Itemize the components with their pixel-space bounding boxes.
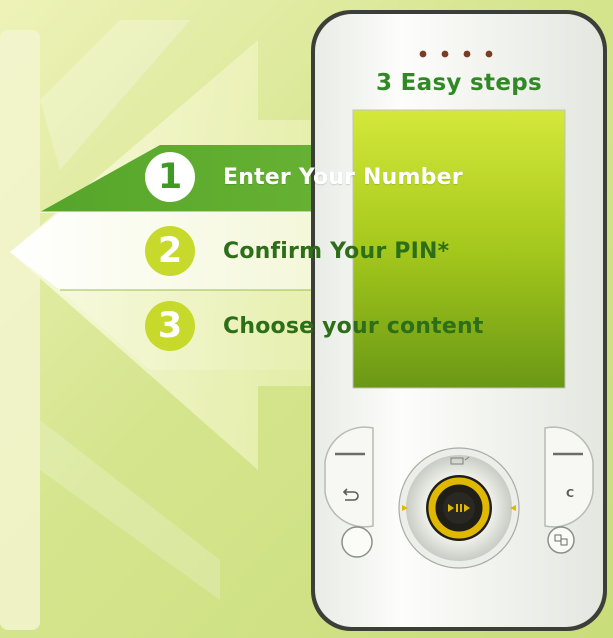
page-heading: 3 Easy steps xyxy=(376,70,542,96)
step-3-label: Choose your content xyxy=(223,313,484,339)
clear-c-icon: C xyxy=(566,487,574,500)
step-2-number-badge: 2 xyxy=(145,226,195,276)
step-2: 2 Confirm Your PIN* xyxy=(145,223,449,279)
step-2-label: Confirm Your PIN* xyxy=(223,238,450,264)
step-1: 1 Enter Your Number xyxy=(145,149,463,205)
step-1-number-badge: 1 xyxy=(145,152,195,202)
step-1-label: Enter Your Number xyxy=(223,164,463,190)
step-3-number-badge: 3 xyxy=(145,301,195,351)
step-3: 3 Choose your content xyxy=(145,298,484,354)
